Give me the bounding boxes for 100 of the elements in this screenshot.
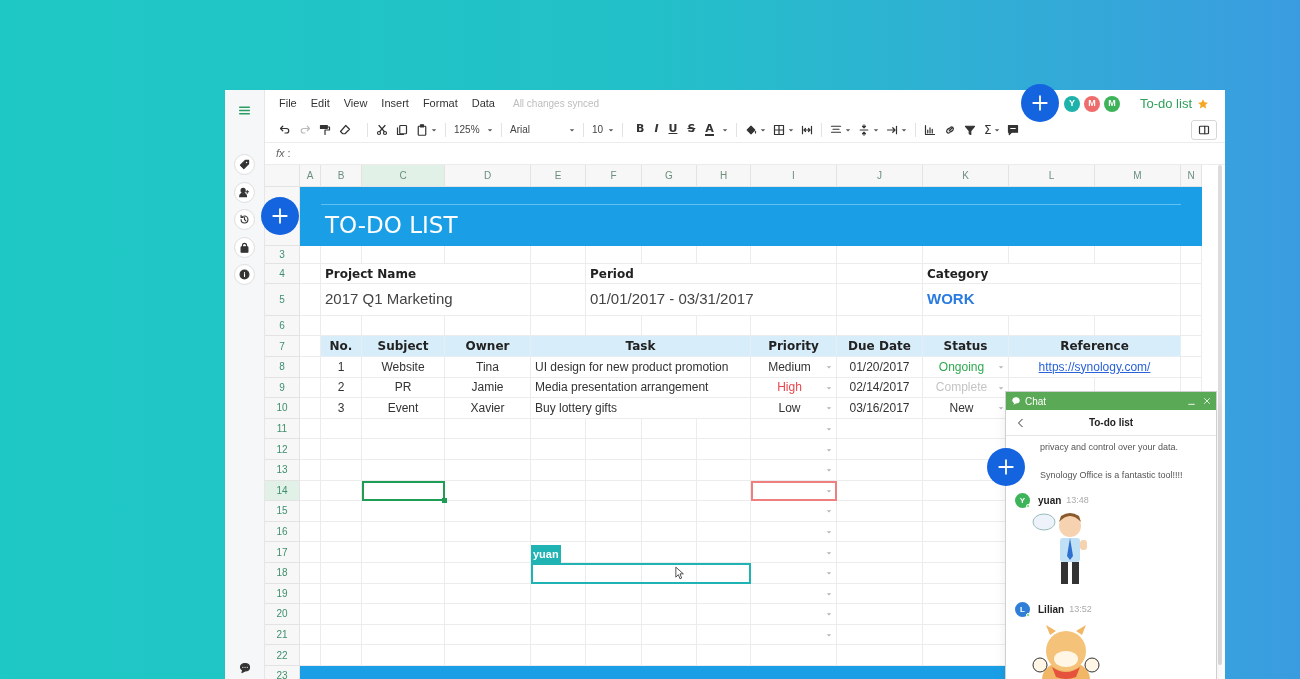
menu-item[interactable]: View	[343, 95, 368, 112]
cut-icon[interactable]	[376, 123, 388, 136]
font-select[interactable]: Arial	[510, 122, 566, 137]
column-letter[interactable]: H	[697, 165, 751, 187]
collaborator-avatar[interactable]: M	[1083, 95, 1100, 112]
eraser-icon[interactable]	[339, 123, 351, 136]
menu-item[interactable]: File	[279, 95, 297, 112]
mouse-pointer-icon	[675, 566, 685, 580]
row-number[interactable]: 11	[265, 418, 300, 440]
italic-button[interactable]: I	[654, 121, 659, 138]
row-number[interactable]: 4	[265, 264, 300, 284]
link-icon[interactable]	[943, 123, 956, 136]
caret-icon[interactable]	[569, 126, 575, 133]
chart-icon[interactable]	[923, 123, 936, 136]
column-letter[interactable]: F	[586, 165, 642, 187]
bold-button[interactable]: B	[636, 121, 645, 138]
collaborator-label: yuan	[531, 544, 561, 563]
back-icon[interactable]	[1016, 417, 1026, 428]
caret-icon[interactable]	[431, 126, 437, 133]
side-panel-button[interactable]	[1191, 119, 1217, 140]
align-icon[interactable]	[829, 123, 842, 136]
fill-color-icon[interactable]	[744, 123, 757, 136]
fill-handle[interactable]	[442, 498, 447, 504]
add-person-button[interactable]	[234, 181, 255, 203]
comment-icon[interactable]	[1007, 123, 1020, 136]
row-number[interactable]: 18	[265, 562, 300, 584]
row-number[interactable]: 21	[265, 624, 300, 646]
row-number[interactable]: 14	[265, 480, 300, 502]
row-number[interactable]: 19	[265, 583, 300, 605]
menu-item[interactable]: Format	[422, 95, 458, 112]
underline-button[interactable]: U	[668, 121, 678, 138]
table-header: Owner	[445, 336, 531, 357]
zoom-select[interactable]: 125%	[454, 122, 484, 137]
info-button[interactable]	[234, 264, 255, 285]
caret-icon[interactable]	[900, 126, 907, 133]
row-number[interactable]: 13	[265, 459, 300, 481]
row-number[interactable]: 15	[265, 501, 300, 522]
row-number[interactable]: 7	[265, 336, 300, 357]
row-number[interactable]: 5	[265, 284, 300, 316]
borders-icon[interactable]	[772, 123, 785, 136]
caret-icon[interactable]	[487, 126, 493, 133]
formula-bar[interactable]: fx :	[265, 142, 1225, 165]
tag-button[interactable]	[234, 154, 255, 175]
caret-icon[interactable]	[721, 126, 728, 133]
caret-icon[interactable]	[608, 126, 614, 133]
cell-selection[interactable]	[362, 480, 445, 502]
column-letter[interactable]: B	[321, 165, 362, 187]
row-number[interactable]: 9	[265, 377, 300, 399]
table-header: Status	[923, 336, 1009, 357]
collaborator-avatar[interactable]: Y	[1063, 95, 1080, 112]
text-color-button[interactable]: A	[705, 123, 714, 136]
menu-item[interactable]: Data	[471, 95, 495, 112]
chat-title: Chat	[1025, 394, 1047, 409]
caret-icon[interactable]	[872, 126, 879, 133]
copy-icon[interactable]	[396, 123, 408, 136]
caret-icon[interactable]	[787, 126, 794, 133]
menu-item[interactable]: Edit	[310, 95, 330, 112]
caret-icon[interactable]	[994, 126, 1001, 133]
row-number[interactable]: 3	[265, 246, 300, 264]
column-letter[interactable]: G	[642, 165, 697, 187]
row-number[interactable]: 12	[265, 439, 300, 460]
menu-icon[interactable]	[238, 104, 251, 117]
strikethrough-button[interactable]: S	[687, 121, 696, 138]
column-letter[interactable]: L	[1009, 165, 1095, 187]
column-letter[interactable]: D	[445, 165, 531, 187]
menu-item[interactable]: Insert	[381, 95, 409, 112]
history-button[interactable]	[234, 209, 255, 230]
filter-icon[interactable]	[963, 123, 976, 136]
column-letter[interactable]: K	[923, 165, 1009, 187]
column-letter[interactable]: C	[362, 165, 445, 187]
reference-link[interactable]: https://synology.com/	[1038, 357, 1151, 376]
row-number[interactable]: 16	[265, 521, 300, 543]
column-letter[interactable]: I	[751, 165, 837, 187]
row-number[interactable]: 20	[265, 604, 300, 625]
row-number[interactable]: 10	[265, 398, 300, 419]
column-letter[interactable]: A	[300, 165, 321, 187]
paint-format-icon[interactable]	[319, 123, 331, 136]
column-letter[interactable]: N	[1181, 165, 1202, 187]
collaborator-avatar[interactable]: M	[1103, 95, 1120, 112]
undo-icon[interactable]	[279, 123, 291, 136]
lock-button[interactable]	[234, 236, 255, 258]
row-number[interactable]: 17	[265, 542, 300, 563]
caret-icon[interactable]	[759, 126, 766, 133]
column-letter[interactable]: E	[531, 165, 586, 187]
row-number[interactable]: 8	[265, 357, 300, 378]
star-icon[interactable]	[1197, 97, 1209, 110]
row-number[interactable]: 22	[265, 645, 300, 666]
vertical-align-icon[interactable]	[857, 123, 870, 136]
plus-icon	[271, 207, 289, 225]
merge-cells-icon[interactable]	[800, 123, 813, 136]
font-size-select[interactable]: 10	[592, 122, 605, 137]
paste-icon[interactable]	[416, 123, 428, 136]
caret-icon[interactable]	[844, 126, 851, 133]
column-letter[interactable]: J	[837, 165, 923, 187]
column-letter[interactable]: M	[1095, 165, 1181, 187]
row-number[interactable]: 6	[265, 316, 300, 336]
sum-button[interactable]: Σ	[983, 120, 992, 139]
table-header: Subject	[362, 336, 445, 357]
scrollbar[interactable]	[1218, 165, 1222, 665]
wrap-text-icon[interactable]	[885, 123, 898, 136]
